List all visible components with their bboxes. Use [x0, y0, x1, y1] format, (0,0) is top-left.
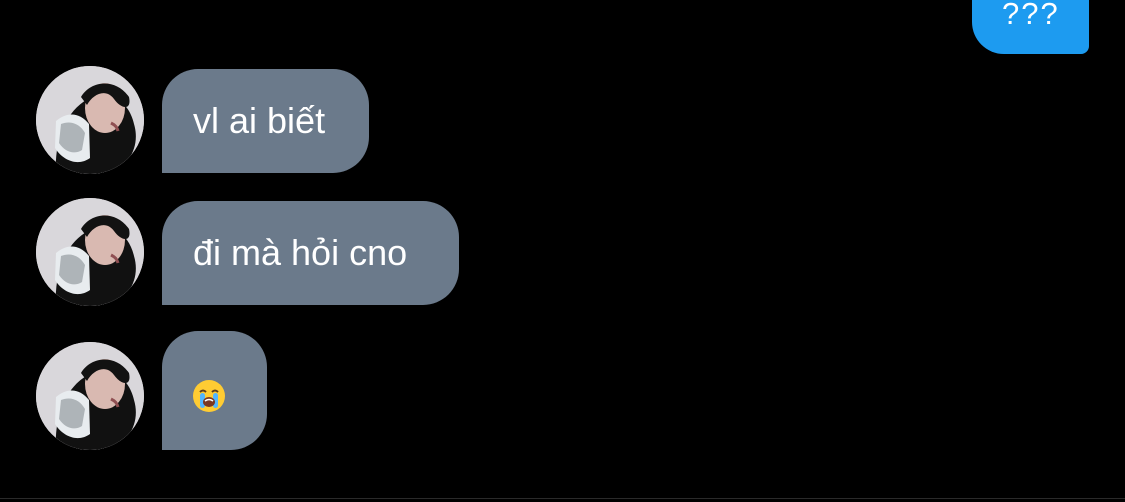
outgoing-message-text: ??? [1002, 0, 1060, 31]
outgoing-message-bubble[interactable]: ??? [972, 0, 1089, 54]
profile-photo-icon [36, 66, 144, 174]
incoming-emoji-message-bubble[interactable] [162, 331, 267, 450]
profile-photo-icon [36, 342, 144, 450]
bottom-divider [0, 498, 1125, 499]
sender-avatar[interactable] [36, 342, 144, 450]
incoming-message-bubble[interactable]: vl ai biết [162, 69, 369, 173]
chat-conversation: ??? vl ai biết đi mà hỏi cno [0, 0, 1125, 502]
loudly-crying-face-icon [193, 379, 225, 412]
incoming-message-bubble[interactable]: đi mà hỏi cno [162, 201, 459, 305]
incoming-message-text: vl ai biết [193, 100, 326, 141]
incoming-message-text: đi mà hỏi cno [193, 232, 408, 273]
sender-avatar[interactable] [36, 198, 144, 306]
profile-photo-icon [36, 198, 144, 306]
sender-avatar[interactable] [36, 66, 144, 174]
